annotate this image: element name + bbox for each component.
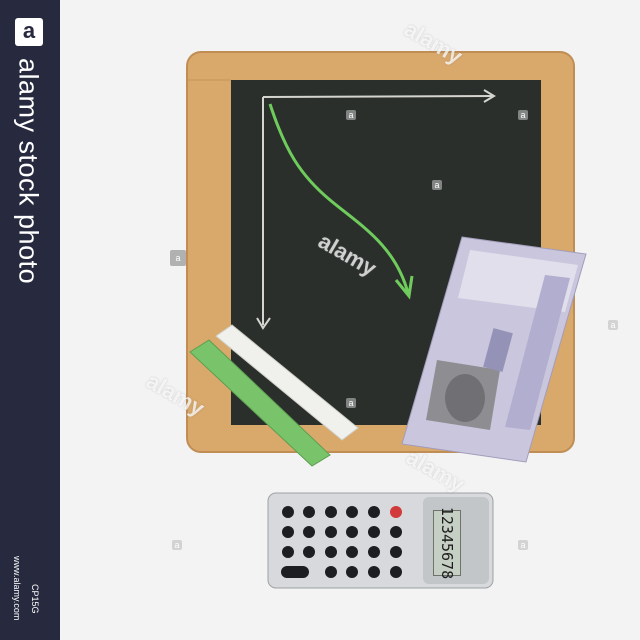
- website-text: www.alamy.com: [12, 556, 22, 621]
- watermark-badge: a: [346, 110, 356, 120]
- calculator-display: 12345678: [433, 506, 461, 580]
- alamy-logo: a: [15, 18, 43, 46]
- watermark-badge: a: [170, 250, 186, 266]
- watermark-badge: a: [608, 320, 618, 330]
- watermark-badge: a: [518, 540, 528, 550]
- alamy-sidebar: a alamy stock photo www.alamy.com CP15G: [0, 0, 60, 640]
- photo-scene: [186, 51, 587, 589]
- display-digits: 12345678: [438, 506, 456, 580]
- image-code: CP15G: [30, 584, 40, 614]
- watermark-badge: a: [346, 398, 356, 408]
- watermark-badge: a: [172, 540, 182, 550]
- watermark-badge: a: [432, 180, 442, 190]
- watermark-badge: a: [518, 110, 528, 120]
- brand-text: alamy stock photo: [13, 58, 44, 285]
